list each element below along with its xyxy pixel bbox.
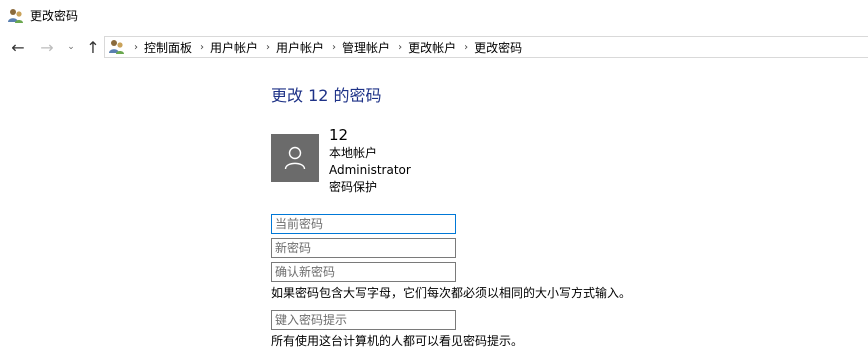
arrow-right-icon: → — [40, 37, 54, 57]
breadcrumb-separator[interactable]: › — [332, 42, 336, 53]
hint-visibility-note: 所有使用这台计算机的人都可以看见密码提示。 — [271, 334, 524, 348]
page-title: 更改 12 的密码 — [271, 86, 382, 105]
breadcrumb-item-user-accounts-2[interactable]: 用户帐户 — [276, 39, 324, 56]
forward-button[interactable]: → — [37, 37, 57, 57]
breadcrumb-separator[interactable]: › — [134, 42, 138, 53]
account-name: 12 — [329, 126, 349, 144]
user-icon — [284, 146, 306, 170]
user-accounts-icon — [109, 40, 124, 54]
change-password-window: 更改密码 ← → ⌄ ↑ › 控制面板 › 用户帐户 › 用户帐户 › 管理帐户… — [0, 0, 868, 356]
arrow-up-icon: ↑ — [86, 37, 100, 57]
title-bar: 更改密码 — [0, 0, 868, 32]
breadcrumb-item-change-account[interactable]: 更改帐户 — [408, 39, 456, 56]
account-role: Administrator — [329, 163, 411, 177]
password-hint-field[interactable] — [271, 310, 456, 330]
breadcrumb-item-control-panel[interactable]: 控制面板 — [144, 39, 192, 56]
window-title: 更改密码 — [30, 9, 79, 23]
user-accounts-icon — [8, 9, 23, 23]
current-password-field[interactable] — [271, 214, 456, 234]
address-bar[interactable]: › 控制面板 › 用户帐户 › 用户帐户 › 管理帐户 › 更改帐户 › 更改密… — [104, 36, 868, 58]
breadcrumb-item-manage-accounts[interactable]: 管理帐户 — [342, 39, 390, 56]
navigation-bar: ← → ⌄ ↑ › 控制面板 › 用户帐户 › 用户帐户 › 管理帐户 › 更改… — [0, 33, 868, 61]
breadcrumb-separator[interactable]: › — [266, 42, 270, 53]
up-button[interactable]: ↑ — [83, 37, 103, 57]
confirm-password-field[interactable] — [271, 262, 456, 282]
account-type: 本地帐户 — [329, 146, 378, 160]
new-password-field[interactable] — [271, 238, 456, 258]
breadcrumb-item-change-password[interactable]: 更改密码 — [474, 39, 522, 56]
breadcrumb-separator[interactable]: › — [200, 42, 204, 53]
breadcrumb-item-user-accounts[interactable]: 用户帐户 — [210, 39, 258, 56]
chevron-down-icon: ⌄ — [67, 42, 75, 52]
breadcrumb-separator[interactable]: › — [398, 42, 402, 53]
back-button[interactable]: ← — [8, 37, 28, 57]
avatar — [271, 134, 319, 182]
account-protection: 密码保护 — [329, 180, 378, 194]
breadcrumb-separator[interactable]: › — [464, 42, 468, 53]
case-sensitivity-note: 如果密码包含大写字母，它们每次都必须以相同的大小写方式输入。 — [271, 286, 632, 300]
recent-locations-button[interactable]: ⌄ — [64, 37, 78, 57]
arrow-left-icon: ← — [11, 37, 25, 57]
